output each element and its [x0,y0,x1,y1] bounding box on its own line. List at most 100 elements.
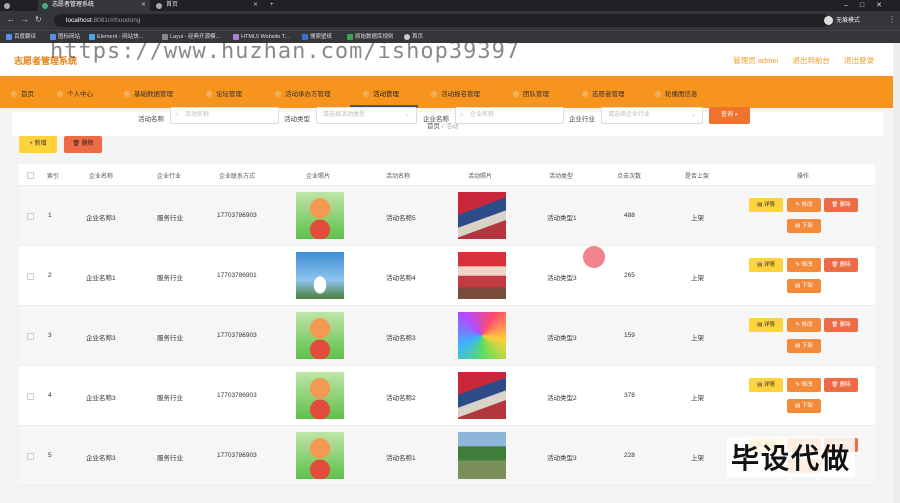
row-checkbox[interactable] [27,213,34,220]
row-checkbox[interactable] [27,273,34,280]
close-tab-icon[interactable]: ✕ [141,0,146,11]
row-delete-button[interactable]: 🗑 删除 [824,198,858,212]
browser-pinned-tab[interactable] [0,0,38,11]
window-controls[interactable]: –□✕ [844,0,894,11]
cell-industry: 服务行业 [157,395,183,402]
row-checkbox[interactable] [27,393,34,400]
button-label: 下架 [801,283,813,289]
forward-icon[interactable]: → [21,15,29,24]
row-checkbox[interactable] [27,453,34,460]
activity-type-select[interactable]: 请选择活动类型 ⌄ [316,107,417,124]
chevron-down-icon: ⌄ [690,112,696,118]
menu-item-organizer[interactable]: 活动承办方管理 [275,88,331,98]
company-photo [296,252,344,299]
col-company: 企业名称 [89,174,114,180]
cell-clicks: 378 [624,392,635,399]
cell-shelf: 上架 [691,215,704,222]
menu-item-signup[interactable]: 活动报名管理 [431,88,480,98]
watermark-url: https://www.huzhan.com/ishop39397 [50,43,521,64]
menu-item-base-data[interactable]: 基础数据管理 [124,88,173,98]
detail-button[interactable]: ▤ 详情 [749,378,783,392]
bookmark-item[interactable]: Element - 网站快... [89,33,143,42]
back-icon[interactable]: ← [7,15,15,24]
cell-index: 1 [48,212,52,219]
bulk-delete-button[interactable]: 🗑 删除 [64,136,102,153]
select-all-checkbox[interactable] [27,172,34,179]
logout-link[interactable]: 退出登录 [844,56,874,65]
bookmark-item[interactable]: HTML5 Website T... [233,33,289,42]
detail-button[interactable]: ▤ 详情 [749,318,783,332]
edit-button[interactable]: ✎ 修改 [787,198,821,212]
unpublish-button[interactable]: ▤ 下架 [787,279,821,293]
select-placeholder: 请选择企业行业 [608,112,651,118]
page-scrollbar[interactable] [893,43,900,503]
bookmark-item[interactable]: 首页 [404,33,423,42]
menu-item-carousel[interactable]: 轮播图信息 [655,88,698,98]
detail-button[interactable]: ▤ 详情 [749,258,783,272]
activity-name-input[interactable]: ⌕ 活动名称 [170,107,279,124]
company-photo [296,312,344,359]
unpublish-button[interactable]: ▤ 下架 [787,339,821,353]
bookmark-item[interactable]: 图标网站 [50,33,80,42]
unpublish-button[interactable]: ▤ 下架 [787,399,821,413]
menu-dots-icon[interactable]: ⋮ [888,15,896,24]
bookmark-item[interactable]: 搜索壁纸 [302,33,332,42]
cell-industry: 服务行业 [157,215,183,222]
col-clicks: 点击次数 [617,174,642,180]
cell-index: 4 [48,392,52,399]
col-type: 活动类型 [549,174,574,180]
unpublish-button[interactable]: ▤ 下架 [787,219,821,233]
front-end-link[interactable]: 退出到前台 [792,56,830,65]
detail-button[interactable]: ▤ 详情 [749,198,783,212]
cell-clicks: 159 [624,332,635,339]
activity-photo [458,252,506,299]
add-button[interactable]: + 新增 [19,136,57,153]
row-delete-button[interactable]: 🗑 删除 [824,318,858,332]
edit-button[interactable]: ✎ 修改 [787,258,821,272]
close-tab-icon[interactable]: ✕ [253,0,258,11]
industry-select[interactable]: 请选择企业行业 ⌄ [601,107,703,124]
menu-item-volunteer[interactable]: 志愿者管理 [582,88,625,98]
col-index: 索引 [47,174,60,180]
row-delete-button[interactable]: 🗑 删除 [824,378,858,392]
address-bar-row: ← → ↻ localhost:8081/#/huodong ☆ 无痕模式 ⋮ [0,11,900,30]
menu-label: 首页 [21,91,34,98]
company-name-input[interactable]: ⌕ 企业名称 [455,107,564,124]
breadcrumb-home[interactable]: 首页 [427,123,440,130]
profile-button[interactable]: 无痕模式 [823,15,860,25]
menu-item-team[interactable]: 团队管理 [513,88,549,98]
cell-phone: 17703786903 [217,212,257,219]
url-host: localhost [66,17,92,24]
url-field[interactable]: localhost:8081/#/huodong [54,14,829,27]
bookmark-label: 图标网站 [58,34,81,40]
reload-icon[interactable]: ↻ [35,15,42,24]
browser-tab-active[interactable]: 志愿者管理系统 ✕ [38,0,150,11]
bookmark-item[interactable]: Layui - 经典开源模... [162,33,220,42]
cell-company: 企业名称3 [86,335,116,342]
edit-button[interactable]: ✎ 修改 [787,378,821,392]
cell-type: 活动类型1 [547,215,577,222]
menu-item-forum[interactable]: 论坛管理 [206,88,242,98]
browser-tab[interactable]: 首页 ✕ [152,0,262,11]
cell-activity: 活动名称2 [386,395,416,402]
cell-type: 活动类型2 [547,395,577,402]
cell-industry: 服务行业 [157,455,183,462]
button-label: 修改 [801,382,813,388]
bookmark-item[interactable]: 原始数据库规则 [347,33,394,42]
bookmark-item[interactable]: 百度翻译 [6,33,36,42]
button-label: 修改 [801,202,813,208]
button-label: 下架 [801,403,813,409]
row-delete-button[interactable]: 🗑 删除 [824,258,858,272]
activity-photo [458,192,506,239]
edit-button[interactable]: ✎ 修改 [787,318,821,332]
menu-item-profile[interactable]: 个人中心 [57,88,93,98]
row-checkbox[interactable] [27,333,34,340]
admin-link[interactable]: 管理员 admin [733,56,778,65]
cell-phone: 17703786903 [217,332,257,339]
new-tab-button[interactable]: + [266,0,282,11]
menu-item-home[interactable]: 首页 [11,88,34,98]
search-button[interactable]: 查询 ⌕ [709,107,750,124]
menu-label: 志愿者管理 [592,91,625,98]
menu-item-activity[interactable]: 活动管理 [363,88,399,98]
activity-photo [458,372,506,419]
